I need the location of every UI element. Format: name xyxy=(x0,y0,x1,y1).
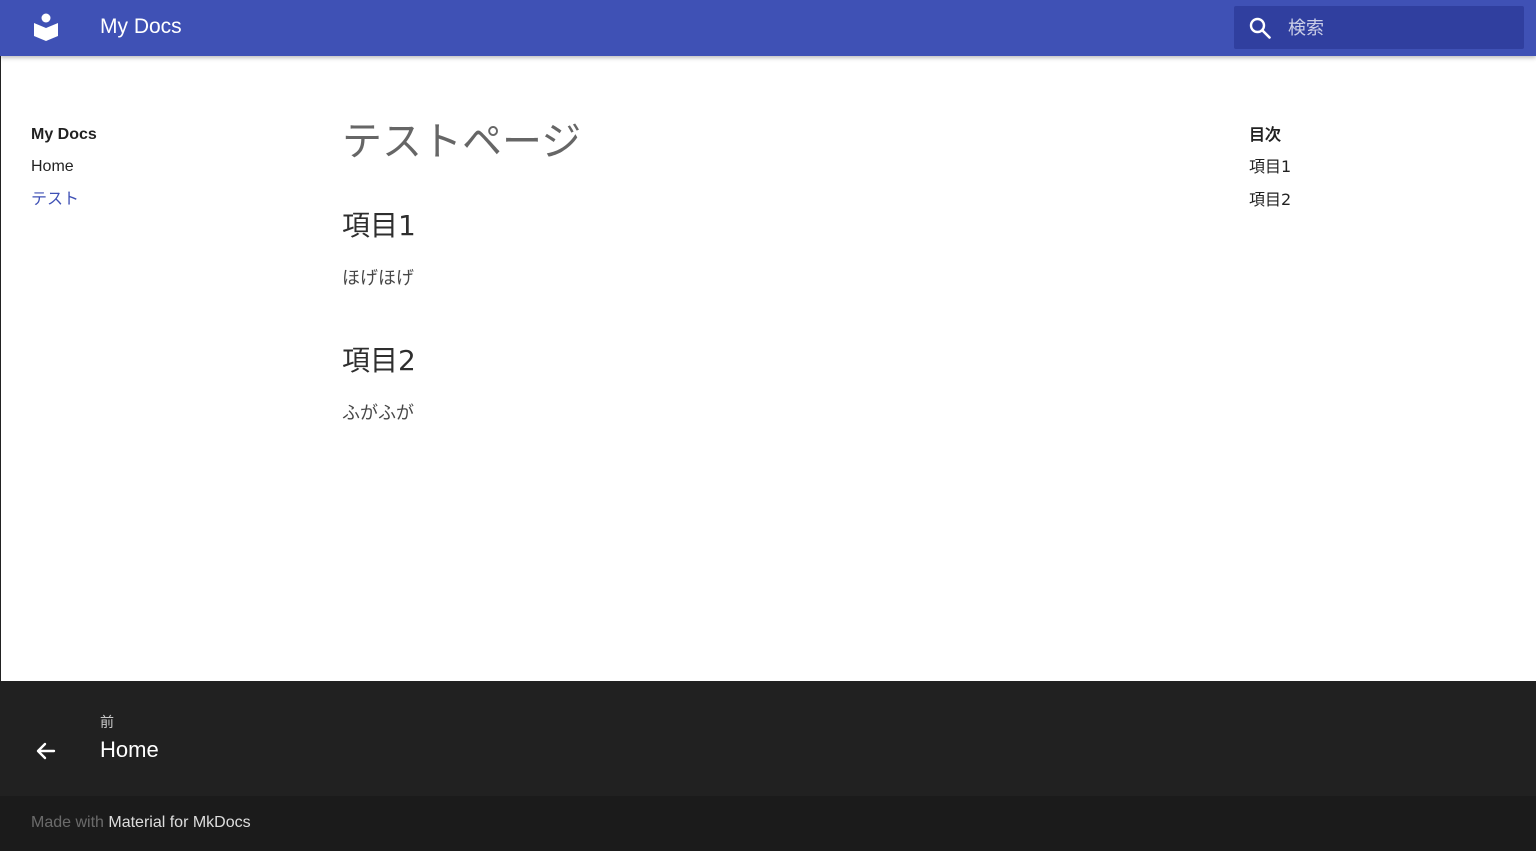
made-with-text: Made with Material for MkDocs xyxy=(31,813,251,833)
sidebar-item-test[interactable]: テスト xyxy=(31,189,251,211)
search-icon[interactable] xyxy=(1248,16,1272,40)
material-mkdocs-link[interactable]: Material for MkDocs xyxy=(108,814,250,831)
sidebar-navigation: My Docs Home テスト xyxy=(31,124,251,222)
site-title[interactable]: My Docs xyxy=(100,14,182,40)
previous-direction-label: 前 xyxy=(100,715,114,731)
page-title: テストページ xyxy=(342,119,582,165)
search-input[interactable] xyxy=(1286,6,1520,51)
header-bar: My Docs xyxy=(0,0,1536,56)
section-heading-1: 項目1 xyxy=(342,209,416,242)
arrow-left-icon[interactable] xyxy=(34,739,58,763)
page-left-border xyxy=(0,56,1,681)
main-content: テストページ 項目1 ほげほげ 項目2 ふがふが xyxy=(342,116,1182,478)
made-with-prefix: Made with xyxy=(31,814,104,831)
toc-item-1[interactable]: 項目1 xyxy=(1249,156,1509,178)
section-text-2: ふがふが xyxy=(342,403,414,424)
book-reader-icon[interactable] xyxy=(33,13,59,41)
toc-title: 目次 xyxy=(1249,125,1282,144)
previous-page-link[interactable]: 前 Home xyxy=(0,681,300,796)
sidebar-item-home[interactable]: Home xyxy=(31,156,251,178)
sidebar-title: My Docs xyxy=(31,126,97,143)
section-text-1: ほげほげ xyxy=(342,268,414,289)
search-box[interactable] xyxy=(1234,6,1524,51)
section-heading-2: 項目2 xyxy=(342,344,416,377)
footer-navigation: 前 Home xyxy=(0,681,1536,796)
footer-meta: Made with Material for MkDocs xyxy=(0,796,1536,851)
previous-page-title[interactable]: Home xyxy=(100,736,159,764)
table-of-contents: 目次 項目1 項目2 xyxy=(1249,124,1509,222)
toc-item-2[interactable]: 項目2 xyxy=(1249,189,1509,211)
